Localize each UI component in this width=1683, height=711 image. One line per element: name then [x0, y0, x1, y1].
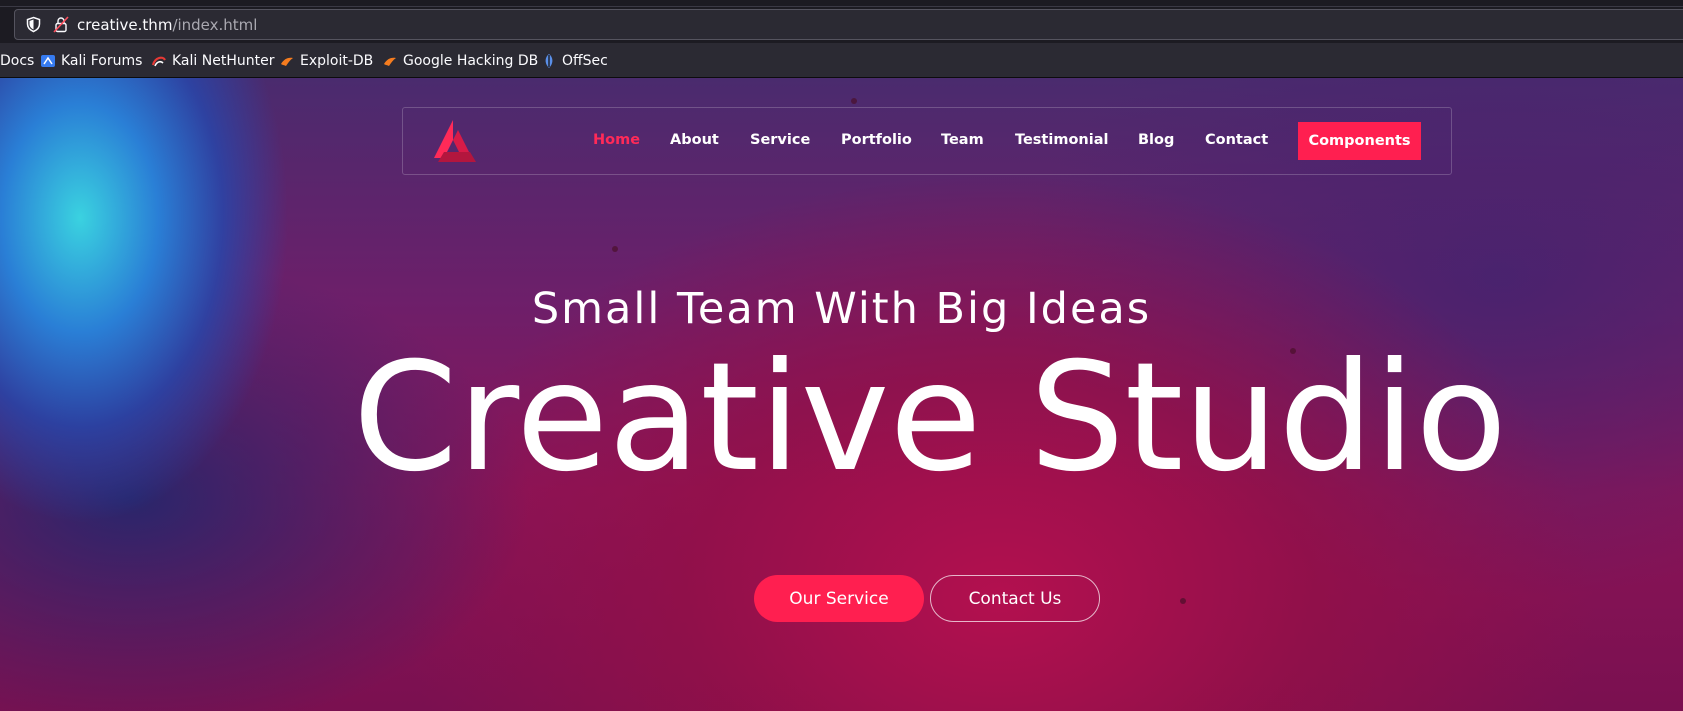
bookmark-kali-forums[interactable]: Kali Forums: [40, 52, 142, 70]
components-button[interactable]: Components: [1298, 122, 1421, 160]
insecure-lock-icon[interactable]: [53, 16, 69, 33]
nav-team[interactable]: Team: [941, 132, 984, 148]
nav-contact[interactable]: Contact: [1205, 132, 1268, 148]
nav-blog[interactable]: Blog: [1138, 132, 1174, 148]
bookmark-google-hacking-db[interactable]: Google Hacking DB: [382, 52, 538, 70]
site-navbar: Home About Service Portfolio Team Testim…: [402, 107, 1452, 175]
bookmark-label: Exploit-DB: [300, 53, 374, 69]
nethunter-icon: [151, 56, 166, 67]
bookmark-offsec[interactable]: OffSec: [541, 52, 608, 70]
hero-subtitle: Small Team With Big Ideas: [531, 284, 1152, 334]
nav-service[interactable]: Service: [750, 132, 810, 148]
nav-about[interactable]: About: [670, 132, 719, 148]
bookmark-kali-nethunter[interactable]: Kali NetHunter: [151, 52, 274, 70]
bookmark-label: Kali Forums: [61, 53, 143, 69]
bookmark-label: Kali NetHunter: [172, 53, 275, 69]
url-text[interactable]: creative.thm/index.html: [77, 16, 257, 34]
background-speck: [1180, 598, 1186, 604]
our-service-button[interactable]: Our Service: [754, 575, 924, 622]
hero-section: Home About Service Portfolio Team Testim…: [0, 78, 1683, 711]
bookmark-exploit-db[interactable]: Exploit-DB: [279, 52, 373, 70]
hero-title: Creative Studio: [352, 331, 1508, 505]
ghdb-icon: [384, 57, 396, 66]
url-path: /index.html: [172, 16, 258, 34]
bookmark-label: Google Hacking DB: [403, 53, 539, 69]
bookmark-label: Docs: [0, 53, 35, 69]
nav-home[interactable]: Home: [593, 132, 640, 148]
background-speck: [851, 98, 857, 104]
url-host: creative.thm: [77, 16, 173, 34]
contact-us-button[interactable]: Contact Us: [930, 575, 1100, 622]
address-bar[interactable]: creative.thm/index.html: [14, 9, 1683, 40]
bookmark-docs[interactable]: Docs: [0, 52, 34, 70]
bookmarks-toolbar: Docs Kali Forums Kali NetHunter Exploit-…: [0, 43, 1683, 78]
tracking-shield-icon[interactable]: [25, 16, 42, 33]
offsec-icon: [545, 54, 553, 68]
background-speck: [612, 246, 618, 252]
bookmark-label: OffSec: [562, 53, 608, 69]
browser-top-strip: [0, 0, 1683, 7]
nav-portfolio[interactable]: Portfolio: [841, 132, 912, 148]
exploit-db-icon: [281, 57, 293, 66]
kali-forums-icon: [41, 55, 55, 67]
creative-logo-icon[interactable]: [428, 118, 478, 164]
nav-testimonial[interactable]: Testimonial: [1015, 132, 1108, 148]
